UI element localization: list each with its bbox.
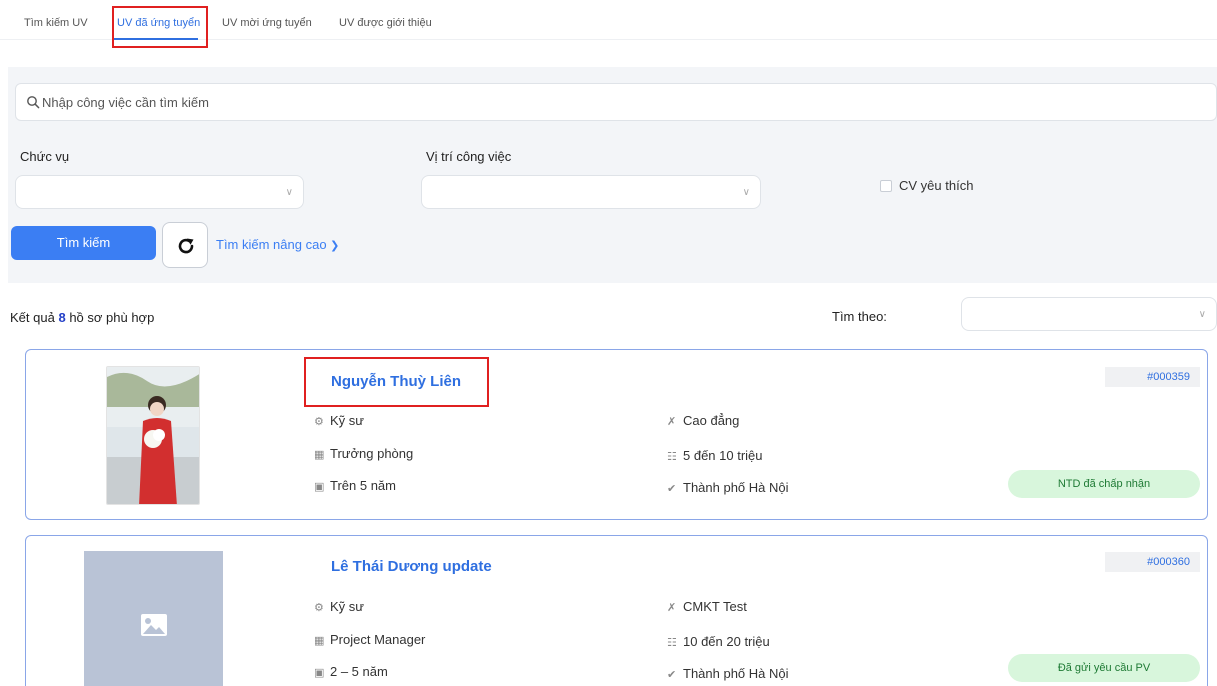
calendar-icon: ▣ <box>314 481 325 493</box>
candidate-experience-text: Trên 5 năm <box>330 478 396 493</box>
candidate-city-text: Thành phố Hà Nội <box>683 480 789 495</box>
education-icon: ✗ <box>667 602 677 614</box>
candidate-role: ▦ Trưởng phòng <box>314 446 413 461</box>
candidate-salary: ☷ 10 đến 20 triệu <box>667 634 770 649</box>
image-placeholder-icon <box>141 614 167 636</box>
calendar-icon: ▣ <box>314 667 325 679</box>
search-input[interactable] <box>42 92 642 112</box>
sort-label: Tìm theo: <box>832 309 887 324</box>
candidate-photo-placeholder <box>84 551 223 686</box>
chevron-down-icon: ∨ <box>1198 309 1206 320</box>
candidate-card[interactable]: Lê Thái Dương update ⚙ Kỹ sư ▦ Project Man… <box>25 535 1208 686</box>
favorite-cv-label[interactable]: CV yêu thích <box>899 178 973 193</box>
location-select[interactable]: ∨ <box>421 175 761 209</box>
candidate-salary: ☷ 5 đến 10 triệu <box>667 448 763 463</box>
candidate-role-text: Trưởng phòng <box>330 446 414 461</box>
candidate-education-text: CMKT Test <box>683 599 747 614</box>
candidate-code: #000359 <box>1105 367 1200 387</box>
candidate-city-text: Thành phố Hà Nội <box>683 666 789 681</box>
candidate-role: ▦ Project Manager <box>314 632 425 647</box>
candidate-education: ✗ CMKT Test <box>667 599 747 614</box>
candidate-city: ✔ Thành phố Hà Nội <box>667 666 789 681</box>
position-select[interactable]: ∨ <box>15 175 304 209</box>
money-icon: ☷ <box>667 451 677 463</box>
status-badge: NTD đã chấp nhận <box>1008 470 1200 498</box>
candidate-card[interactable]: Nguyễn Thuỳ Liên ⚙ Kỹ sư ▦ Trưởng phòng ▣ T… <box>25 349 1208 520</box>
tab-search-candidates[interactable]: Tìm kiếm UV <box>24 17 88 29</box>
candidate-title-text: Kỹ sư <box>330 413 364 428</box>
result-prefix: Kết quả <box>10 310 55 325</box>
candidate-experience: ▣ 2 – 5 năm <box>314 664 388 679</box>
candidate-salary-text: 5 đến 10 triệu <box>683 448 763 463</box>
gear-icon: ⚙ <box>314 416 324 428</box>
search-input-wrapper[interactable] <box>15 83 1217 121</box>
sort-select[interactable]: ∨ <box>961 297 1217 331</box>
candidate-education: ✗ Cao đẳng <box>667 413 739 428</box>
candidate-experience: ▣ Trên 5 năm <box>314 478 396 493</box>
highlight-box-name <box>304 357 489 407</box>
tab-invited-candidates[interactable]: UV mời ứng tuyển <box>222 17 312 29</box>
candidate-code: #000360 <box>1105 552 1200 572</box>
check-circle-icon: ✔ <box>667 669 677 681</box>
candidate-city: ✔ Thành phố Hà Nội <box>667 480 789 495</box>
candidate-salary-text: 10 đến 20 triệu <box>683 634 770 649</box>
candidate-title: ⚙ Kỹ sư <box>314 599 364 614</box>
refresh-icon <box>178 238 194 254</box>
candidate-experience-text: 2 – 5 năm <box>330 664 388 679</box>
chevron-down-icon: ∨ <box>742 187 750 198</box>
candidate-name[interactable]: Lê Thái Dương update <box>331 558 492 575</box>
highlight-box-tab <box>112 6 208 48</box>
check-circle-icon: ✔ <box>667 483 677 495</box>
favorite-cv-checkbox[interactable] <box>880 180 892 192</box>
chevron-down-icon: ❯ <box>330 240 340 252</box>
reset-button[interactable] <box>162 222 208 268</box>
result-summary: Kết quả 8 hồ sơ phù hợp <box>10 310 154 325</box>
search-icon <box>27 96 40 109</box>
location-label: Vị trí công việc <box>426 149 512 164</box>
money-icon: ☷ <box>667 637 677 649</box>
building-icon: ▦ <box>314 449 325 461</box>
candidate-education-text: Cao đẳng <box>683 413 740 428</box>
gear-icon: ⚙ <box>314 602 324 614</box>
candidate-role-text: Project Manager <box>330 632 426 647</box>
education-icon: ✗ <box>667 416 677 428</box>
candidate-photo <box>106 366 200 505</box>
status-badge: Đã gửi yêu cầu PV <box>1008 654 1200 682</box>
tab-referred-candidates[interactable]: UV được giới thiệu <box>339 17 432 29</box>
result-suffix: hồ sơ phù hợp <box>69 310 155 325</box>
result-count: 8 <box>58 310 66 325</box>
advanced-search-label: Tìm kiếm nâng cao <box>216 237 327 252</box>
candidate-title: ⚙ Kỹ sư <box>314 413 364 428</box>
candidate-title-text: Kỹ sư <box>330 599 364 614</box>
chevron-down-icon: ∨ <box>285 187 293 198</box>
position-label: Chức vụ <box>20 149 70 164</box>
search-button[interactable]: Tìm kiếm <box>11 226 156 260</box>
advanced-search-link[interactable]: Tìm kiếm nâng cao ❯ <box>216 237 339 252</box>
building-icon: ▦ <box>314 635 325 647</box>
